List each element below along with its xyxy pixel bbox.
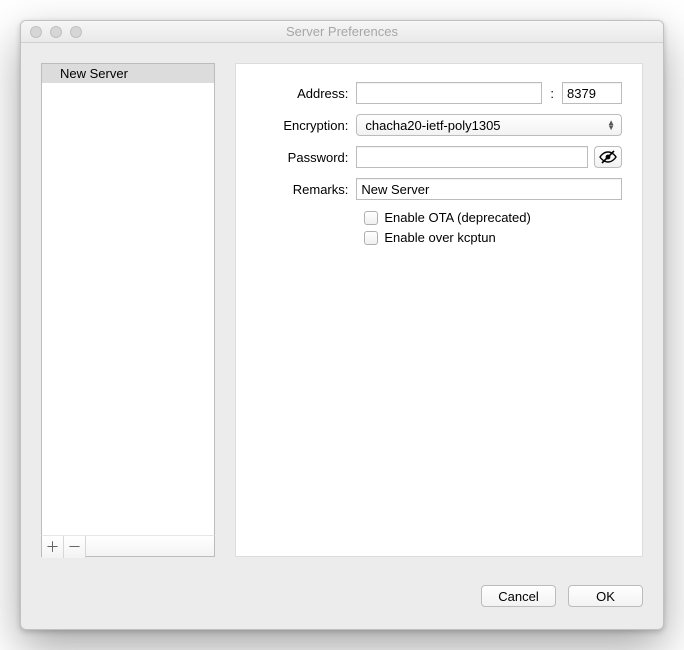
zoom-icon[interactable] (70, 26, 82, 38)
row-address: Address: : (246, 82, 622, 104)
server-sidebar: New Server ＋ － (41, 63, 215, 557)
add-server-button[interactable]: ＋ (42, 536, 64, 558)
plus-icon: ＋ (46, 537, 60, 557)
address-port-separator: : (548, 86, 556, 101)
window-title: Server Preferences (21, 24, 663, 39)
detail-panel: Address: : Encryption: chacha20-ietf-pol… (235, 63, 643, 557)
minimize-icon[interactable] (50, 26, 62, 38)
content-area: New Server ＋ － Address: : (21, 43, 663, 577)
row-password: Password: (246, 146, 622, 168)
port-input[interactable] (562, 82, 622, 104)
address-label: Address: (246, 86, 356, 101)
row-encryption: Encryption: chacha20-ietf-poly1305 ▲▼ (246, 114, 622, 136)
chevron-updown-icon: ▲▼ (607, 120, 615, 130)
titlebar: Server Preferences (21, 21, 663, 43)
toggle-password-visibility-button[interactable] (594, 146, 622, 168)
remove-server-button[interactable]: － (64, 536, 86, 558)
password-input[interactable] (356, 146, 588, 168)
cancel-button[interactable]: Cancel (481, 585, 556, 607)
server-list[interactable]: New Server (41, 63, 215, 535)
ok-button[interactable]: OK (568, 585, 643, 607)
row-enable-ota: Enable OTA (deprecated) (246, 210, 622, 225)
password-label: Password: (246, 150, 356, 165)
encryption-select[interactable]: chacha20-ietf-poly1305 ▲▼ (356, 114, 622, 136)
remarks-input[interactable] (356, 178, 622, 200)
row-enable-kcptun: Enable over kcptun (246, 230, 622, 245)
toolbar-spacer (86, 536, 214, 556)
enable-ota-checkbox[interactable] (364, 211, 378, 225)
minus-icon: － (68, 537, 82, 557)
eye-slash-icon (599, 150, 617, 164)
encryption-label: Encryption: (246, 118, 356, 133)
list-item[interactable]: New Server (42, 64, 214, 83)
add-remove-bar: ＋ － (41, 535, 215, 557)
encryption-value: chacha20-ietf-poly1305 (365, 118, 500, 133)
close-icon[interactable] (30, 26, 42, 38)
dialog-footer: Cancel OK (21, 577, 663, 629)
row-remarks: Remarks: (246, 178, 622, 200)
traffic-lights (21, 26, 82, 38)
enable-kcptun-label: Enable over kcptun (384, 230, 495, 245)
remarks-label: Remarks: (246, 182, 356, 197)
enable-kcptun-checkbox[interactable] (364, 231, 378, 245)
address-input[interactable] (356, 82, 542, 104)
preferences-window: Server Preferences New Server ＋ － Addres… (20, 20, 664, 630)
enable-ota-label: Enable OTA (deprecated) (384, 210, 530, 225)
